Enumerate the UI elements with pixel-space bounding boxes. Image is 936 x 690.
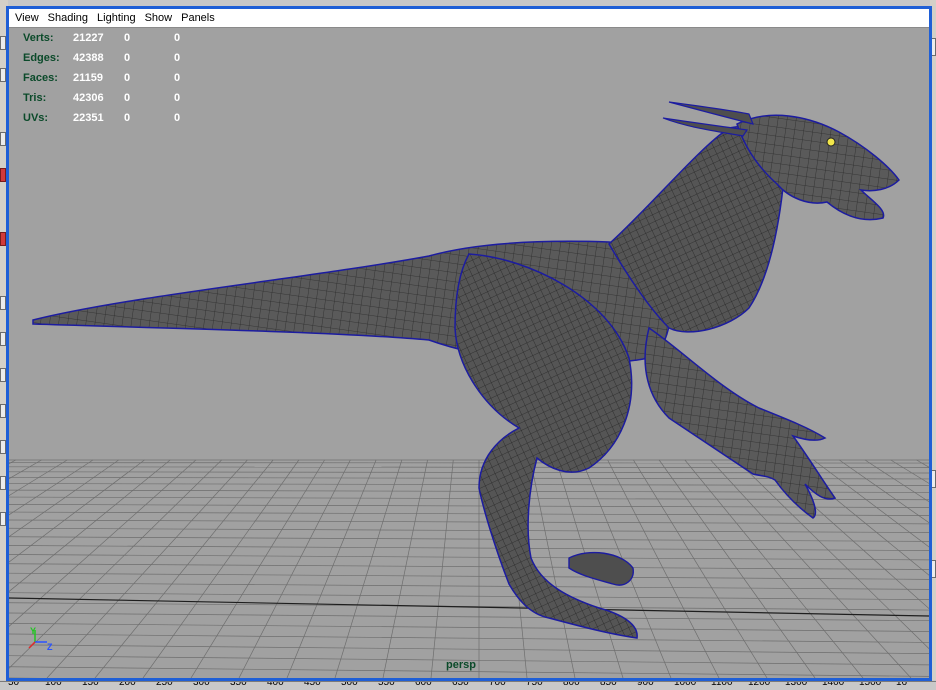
- raptor-mesh[interactable]: [33, 102, 899, 638]
- grid-line: [47, 460, 247, 678]
- hud-selected: 0: [124, 92, 130, 104]
- grid-line: [143, 460, 299, 678]
- menu-panels[interactable]: Panels: [178, 9, 218, 28]
- menu-lighting[interactable]: Lighting: [94, 9, 139, 28]
- hud-label: Faces:: [23, 72, 58, 84]
- grid-line: [383, 460, 428, 678]
- hud-uv: 0: [174, 32, 180, 44]
- hud-uv: 0: [174, 72, 180, 84]
- hud-label: Tris:: [23, 92, 46, 104]
- grid-line: [9, 555, 929, 560]
- hud-label: Verts:: [23, 32, 54, 44]
- grid-line: [9, 583, 929, 590]
- grid-line: [335, 460, 402, 678]
- grid-line: [287, 460, 376, 678]
- grid-line: [9, 537, 929, 542]
- maya-window: View Shading Lighting Show Panels: [0, 0, 936, 689]
- hud-value: 21159: [73, 72, 103, 84]
- hud-uv: 0: [174, 92, 180, 104]
- hud-selected: 0: [124, 52, 130, 64]
- panel-menu-bar: View Shading Lighting Show Panels: [9, 9, 929, 28]
- grid-line: [191, 460, 325, 678]
- grid-axis-x: [9, 598, 929, 616]
- grid-line: [9, 593, 929, 600]
- hud-value: 42306: [73, 92, 104, 104]
- hud-selected: 0: [124, 112, 130, 124]
- hud-value: 21227: [73, 32, 104, 44]
- axis-z-label: Z: [47, 642, 53, 652]
- hud-label: Edges:: [23, 52, 60, 64]
- hud-value: 42388: [73, 52, 104, 64]
- hud-selected: 0: [124, 32, 130, 44]
- grid-line: [9, 546, 929, 551]
- grid-line: [431, 460, 453, 678]
- grid-line: [9, 564, 929, 570]
- grid-line: [9, 528, 929, 532]
- menu-shading[interactable]: Shading: [45, 9, 91, 28]
- grid-line: [9, 573, 929, 579]
- raptor-claws-back: [569, 553, 633, 585]
- grid-line: [633, 460, 767, 678]
- grid-line: [95, 460, 273, 678]
- hud-value: 22351: [73, 112, 104, 124]
- raptor-eye: [827, 138, 835, 146]
- grid-line: [9, 645, 929, 654]
- hud-uv: 0: [174, 112, 180, 124]
- perspective-viewport[interactable]: Verts: 21227 0 0 Edges: 42388 0 0 Faces:…: [9, 28, 929, 678]
- raptor-arm: [645, 328, 835, 518]
- grid-line: [9, 460, 16, 678]
- grid-line: [9, 504, 929, 507]
- axis-y-label: Y: [30, 626, 36, 636]
- menu-view[interactable]: View: [12, 9, 42, 28]
- grid-line: [9, 623, 929, 631]
- camera-name-label: persp: [446, 659, 476, 671]
- menu-show[interactable]: Show: [142, 9, 176, 28]
- hud-uv: 0: [174, 52, 180, 64]
- hud-selected: 0: [124, 72, 130, 84]
- grid-line: [9, 520, 929, 524]
- viewport-canvas[interactable]: [9, 28, 929, 678]
- grid-line: [239, 460, 350, 678]
- grid-line: [9, 603, 929, 610]
- hud-label: UVs:: [23, 112, 48, 124]
- grid-line: [9, 634, 929, 642]
